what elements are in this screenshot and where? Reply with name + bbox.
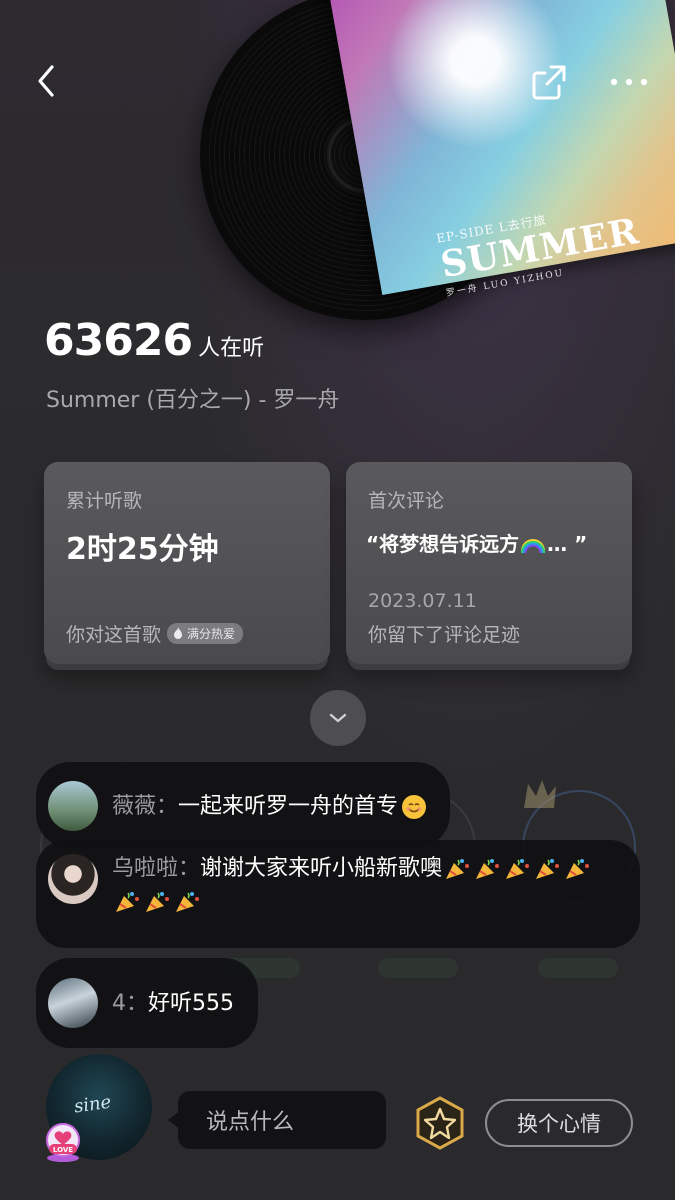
comment-content: 好听555 <box>148 990 234 1016</box>
avatar[interactable] <box>48 781 98 831</box>
first-comment-quote-end: … ” <box>547 532 588 556</box>
listen-time-label: 累计听歌 <box>66 490 143 512</box>
party-popper-icon <box>506 859 530 879</box>
love-level-badge: 满分热爱 <box>167 623 244 644</box>
back-button[interactable] <box>26 58 66 104</box>
listener-count-suffix: 人在听 <box>198 336 265 361</box>
background-tag <box>538 958 618 978</box>
star-icon <box>416 1096 464 1150</box>
comment-nickname: 乌啦啦： <box>112 856 201 881</box>
comment-bubble[interactable]: 薇薇：一起来听罗一舟的首专 <box>36 762 451 848</box>
more-icon <box>610 78 648 86</box>
background-tag <box>378 958 458 978</box>
smile-emoji-icon <box>402 794 427 819</box>
comment-nickname: 薇薇： <box>112 793 179 819</box>
comment-text: 乌啦啦：谢谢大家来听小船新歌噢 <box>112 852 612 918</box>
change-mood-button[interactable]: 换个心情 <box>485 1099 633 1147</box>
star-button[interactable] <box>412 1095 468 1151</box>
party-popper-icon <box>536 859 560 879</box>
share-icon <box>532 65 566 100</box>
first-comment-foot: 你留下了评论足迹 <box>368 624 521 646</box>
comment-bubble[interactable]: 4：好听555 <box>36 958 258 1048</box>
listen-time-card[interactable]: 累计听歌 2时25分钟 你对这首歌 满分热爱 <box>44 462 330 664</box>
first-comment-quote: “将梦想告诉远方 … ” <box>366 528 587 557</box>
listening-page: EP-SIDE L去行旅 SUMMER 罗一舟 LUO YIZHOU 63626… <box>0 0 675 1200</box>
avatar[interactable] <box>48 978 98 1028</box>
chevron-down-icon <box>329 713 347 723</box>
svg-text:LOVE: LOVE <box>53 1146 73 1154</box>
party-popper-icon <box>146 892 169 912</box>
first-comment-quote-text: “将梦想告诉远方 <box>366 532 520 556</box>
party-popper-icon <box>446 859 470 879</box>
party-popper-icon <box>176 892 199 912</box>
rainbow-emoji-icon <box>521 538 546 553</box>
listener-count: 63626 人在听 <box>44 315 264 366</box>
listener-count-number: 63626 <box>44 315 193 366</box>
first-comment-label: 首次评论 <box>368 490 445 512</box>
flame-icon <box>174 627 183 639</box>
comment-bubble[interactable]: 乌啦啦：谢谢大家来听小船新歌噢 <box>36 840 640 948</box>
first-comment-card[interactable]: 首次评论 “将梦想告诉远方 … ” 2023.07.11 你留下了评论足迹 <box>346 462 632 664</box>
comment-text: 4：好听555 <box>112 987 234 1020</box>
listen-time-foot: 你对这首歌 满分热爱 <box>66 620 244 647</box>
song-title[interactable]: Summer (百分之一) - 罗一舟 <box>46 382 339 414</box>
listen-time-foot-text: 你对这首歌 <box>66 624 162 646</box>
listen-time-value: 2时25分钟 <box>66 532 219 567</box>
comment-input-placeholder: 说点什么 <box>206 1110 295 1135</box>
comment-input[interactable]: 说点什么 <box>168 1091 386 1149</box>
party-popper-icon <box>116 892 139 912</box>
party-popper-icon <box>476 859 500 879</box>
album-cover[interactable]: EP-SIDE L去行旅 SUMMER 罗一舟 LUO YIZHOU <box>315 0 675 330</box>
love-level-text: 满分热爱 <box>187 627 236 641</box>
crown-icon <box>524 780 556 808</box>
chevron-left-icon <box>38 65 54 97</box>
party-popper-icon <box>566 859 590 879</box>
more-button[interactable] <box>604 62 654 102</box>
love-badge-icon: LOVE <box>46 1123 80 1162</box>
comment-content: 谢谢大家来听小船新歌噢 <box>200 856 443 881</box>
comment-content: 一起来听罗一舟的首专 <box>178 793 399 819</box>
comment-text: 薇薇：一起来听罗一舟的首专 <box>112 790 427 823</box>
expand-button[interactable] <box>310 690 366 746</box>
avatar-text: sine <box>72 1091 113 1118</box>
share-button[interactable] <box>527 60 571 104</box>
comment-nickname: 4： <box>112 990 148 1016</box>
first-comment-date: 2023.07.11 <box>368 590 477 612</box>
avatar[interactable] <box>48 854 98 904</box>
